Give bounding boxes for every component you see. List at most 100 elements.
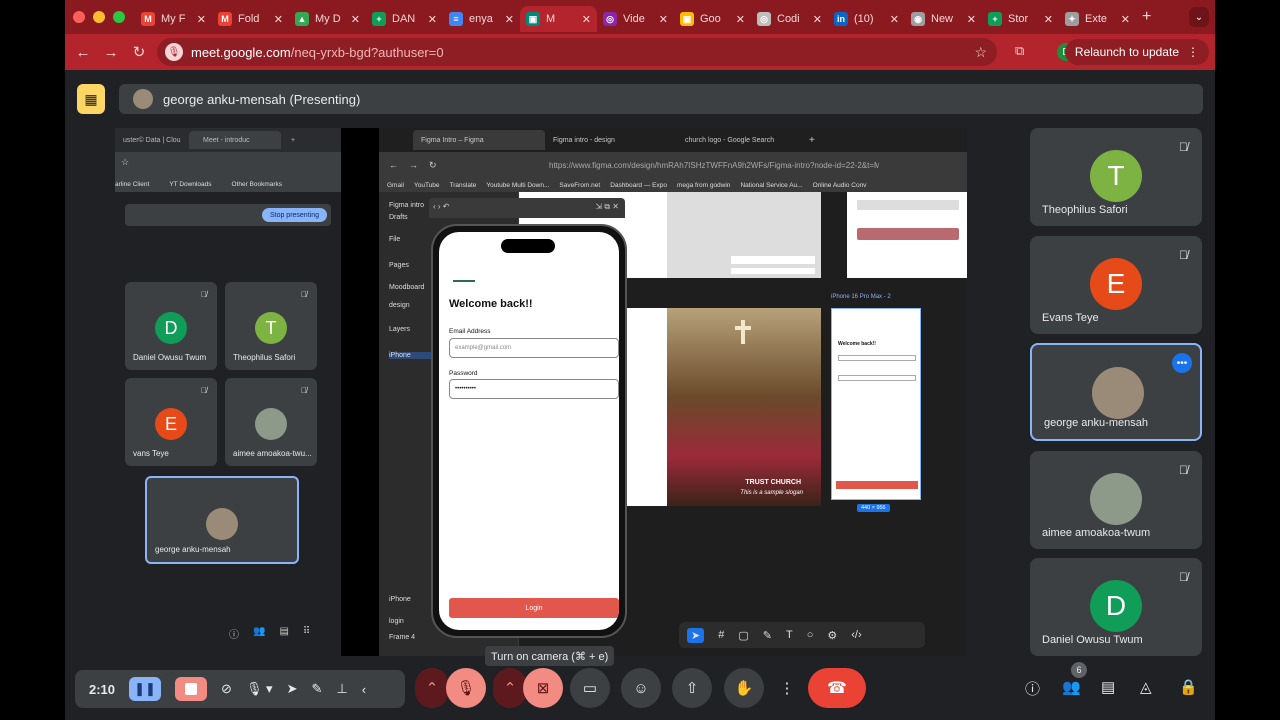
participant-tile[interactable]: E Evans Teye 🎙̸ — [1030, 235, 1202, 334]
close-tab-icon[interactable]: ✕ — [736, 13, 745, 26]
close-tab-icon[interactable]: ✕ — [1121, 13, 1130, 26]
shared-participant-avatar — [206, 508, 238, 540]
browser-tab[interactable]: ▣ M ✕ — [520, 6, 597, 32]
close-tab-icon[interactable]: ✕ — [351, 13, 360, 26]
figma-layer-item: Drafts — [389, 214, 408, 221]
browser-tab[interactable]: + Stor ✕ — [982, 6, 1059, 32]
figma-bookmarks-bar: Gmail YouTube Translate Youtube Multi Down.… — [379, 178, 967, 192]
stop-recording-button[interactable] — [175, 677, 208, 701]
browser-tab[interactable]: ◎ Codi ✕ — [751, 6, 828, 32]
shared-participant-avatar — [255, 408, 287, 440]
shared-participant-tile: Evans Teye 🎙̸ — [125, 378, 217, 466]
bookmark-star-icon[interactable]: ☆ — [974, 44, 987, 61]
reload-icon[interactable]: ↻ — [125, 38, 153, 66]
shared-participant-name: george anku-mensah — [155, 545, 231, 554]
browser-tab[interactable]: + DAN ✕ — [366, 6, 443, 32]
close-tab-icon[interactable]: ✕ — [890, 13, 899, 26]
captions-button[interactable]: ▭ — [570, 668, 610, 708]
church-image: TRUST CHURCH This is a sample slogan — [667, 308, 821, 506]
mic-dropdown-icon[interactable]: 🎙 ▾ — [246, 681, 273, 697]
mic-off-icon: 🎙̸ — [201, 290, 207, 299]
address-bar[interactable]: 🎙 meet.google.com/neq-yrxb-bgd?authuser=… — [157, 38, 997, 66]
participant-name: Evans Teye — [1042, 311, 1099, 324]
participant-tile[interactable]: george anku-mensah ••• — [1030, 343, 1202, 441]
comment-tool-icon: ○ — [806, 629, 814, 641]
tab-favicon-icon: ≡ — [449, 12, 463, 26]
figma-tab: Figma Intro – Figma — [413, 130, 545, 150]
more-options-icon[interactable]: ⋮ — [767, 668, 807, 708]
chat-icon[interactable]: ▤ — [1101, 678, 1115, 696]
presenter-label: george anku-mensah (Presenting) — [163, 91, 361, 107]
minimize-window-button[interactable] — [93, 11, 105, 23]
meeting-info-icon[interactable]: ⓘ — [1025, 678, 1040, 699]
camera-off-icon[interactable]: ⊘ — [221, 681, 232, 697]
tab-list: M My F ✕ M Fold ✕ ▲ My D ✕ + DAN ✕ ≡ enya ✕ ▣ M ✕ ◎ Vide ✕ ▣ G… — [135, 2, 1136, 32]
emoji-button[interactable]: ☺ — [621, 668, 661, 708]
close-window-button[interactable] — [73, 11, 85, 23]
browser-tab[interactable]: ✦ Exte ✕ — [1059, 6, 1136, 32]
people-icon[interactable]: 👥 — [1062, 678, 1081, 696]
participant-name: george anku-mensah — [1044, 417, 1148, 429]
audio-options-button[interactable]: ⌃ — [415, 668, 449, 708]
back-icon[interactable]: ← — [69, 38, 97, 66]
participant-tile[interactable]: aimee amoakoa-twum 🎙̸ — [1030, 450, 1202, 549]
tab-favicon-icon: M — [141, 12, 155, 26]
camera-toggle-button[interactable]: ⊠ — [523, 668, 563, 708]
browser-tab[interactable]: ◉ New ✕ — [905, 6, 982, 32]
more-options-icon[interactable]: ••• — [1172, 353, 1192, 373]
figma-back-icon: ← — [389, 160, 398, 170]
activities-icon[interactable]: ◬ — [1140, 678, 1152, 696]
figma-layer-item: Figma intro — [389, 202, 425, 209]
tab-search-icon[interactable]: ⌄ — [1189, 7, 1209, 27]
video-options-button[interactable]: ⌃ — [493, 668, 527, 708]
participant-tile[interactable]: T Theophilus Safori 🎙̸ — [1030, 128, 1202, 226]
pause-button[interactable]: ❚❚ — [129, 677, 162, 701]
browser-tab[interactable]: ▣ Goo ✕ — [674, 6, 751, 32]
zoom-window-button[interactable] — [113, 11, 125, 23]
close-tab-icon[interactable]: ✕ — [813, 13, 822, 26]
participant-tile[interactable]: D Daniel Owusu Twum 🎙̸ — [1030, 558, 1202, 656]
figma-reload-icon: ↻ — [429, 159, 437, 170]
stop-presenting-button: Stop presenting — [261, 208, 327, 222]
browser-tab[interactable]: ≡ enya ✕ — [443, 6, 520, 32]
figma-layer-item: Layers — [389, 326, 411, 333]
close-tab-icon[interactable]: ✕ — [967, 13, 976, 26]
microphone-site-icon[interactable]: 🎙 — [165, 43, 183, 61]
present-button[interactable]: ⇧ — [672, 668, 712, 708]
browser-tab[interactable]: ◎ Vide ✕ — [597, 6, 674, 32]
browser-tab[interactable]: ▲ My D ✕ — [289, 6, 366, 32]
close-tab-icon[interactable]: ✕ — [582, 13, 591, 26]
tab-favicon-icon: ▲ — [295, 12, 309, 26]
church-slogan: This is a sample slogan — [740, 490, 803, 496]
mic-toggle-button[interactable]: 🎙 — [446, 668, 486, 708]
shared-bookmark: Other Bookmarks — [231, 180, 283, 188]
forward-icon[interactable]: → — [97, 38, 125, 66]
pen-icon[interactable]: ✎ — [312, 681, 323, 697]
leave-call-button[interactable]: ☎ — [808, 668, 866, 708]
browser-tab[interactable]: M Fold ✕ — [212, 6, 289, 32]
figma-layer-item: design — [389, 302, 410, 309]
pointer-icon[interactable]: ➤ — [287, 681, 298, 697]
close-tab-icon[interactable]: ✕ — [659, 13, 668, 26]
shared-participant-name: Theophilus Safori — [233, 353, 296, 362]
presentation-toggle-icon[interactable]: ▦ — [77, 84, 105, 114]
relaunch-button[interactable]: Relaunch to update ⋮ — [1064, 39, 1209, 65]
figma-bookmark: Gmail — [387, 181, 404, 189]
browser-tab[interactable]: in (10) ✕ — [828, 6, 905, 32]
close-tab-icon[interactable]: ✕ — [274, 13, 283, 26]
highlighter-icon[interactable]: ⊥ — [336, 681, 347, 697]
close-tab-icon[interactable]: ✕ — [197, 13, 206, 26]
close-tab-icon[interactable]: ✕ — [428, 13, 437, 26]
tab-favicon-icon: M — [218, 12, 232, 26]
close-tab-icon[interactable]: ✕ — [505, 13, 514, 26]
extensions-icon[interactable]: ⧉ — [1015, 43, 1024, 59]
collapse-chevron-icon[interactable]: ‹ — [362, 682, 366, 697]
shared-left-tab: uster© Data | Clou — [123, 136, 181, 144]
mic-off-icon: 🎙̸ — [301, 290, 307, 299]
raise-hand-button[interactable]: ✋ — [724, 668, 764, 708]
new-tab-button[interactable]: + — [1142, 8, 1151, 26]
tab-favicon-icon: ▣ — [526, 12, 540, 26]
host-controls-icon[interactable]: 🔒 — [1179, 678, 1198, 696]
close-tab-icon[interactable]: ✕ — [1044, 13, 1053, 26]
browser-tab[interactable]: M My F ✕ — [135, 6, 212, 32]
